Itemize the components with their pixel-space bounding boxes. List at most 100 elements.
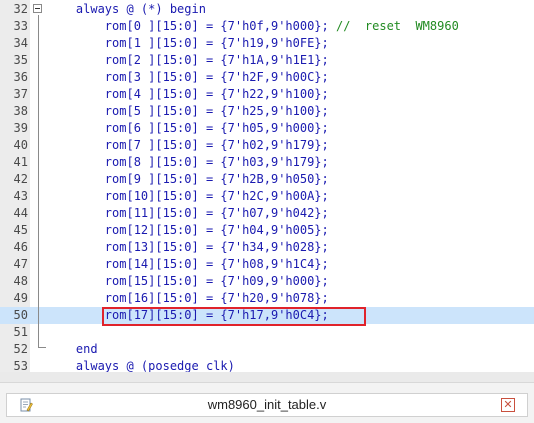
fold-toggle-icon[interactable]	[33, 4, 42, 13]
code-token: rom[10][15:0] = {7'h2C,9'h00A};	[104, 189, 329, 203]
line-number: 35	[13, 53, 28, 67]
line-number: 53	[13, 359, 28, 372]
line-number: 39	[13, 121, 28, 135]
code-text: always @ (posedge clk)	[47, 358, 235, 372]
code-keyword: always @ (posedge clk)	[75, 359, 235, 372]
code-line[interactable]: 51	[0, 324, 534, 341]
code-line[interactable]: 47 rom[14][15:0] = {7'h08,9'h1C4};	[0, 256, 534, 273]
code-keyword: end	[75, 342, 98, 356]
line-number: 40	[13, 138, 28, 152]
code-token: rom[5 ][15:0] = {7'h25,9'h100};	[104, 104, 329, 118]
line-number: 32	[13, 2, 28, 16]
code-token: rom[14][15:0] = {7'h08,9'h1C4};	[104, 257, 329, 271]
code-line-highlighted[interactable]: 50 rom[17][15:0] = {7'h17,9'h0C4};	[0, 307, 534, 324]
code-token: rom[8 ][15:0] = {7'h03,9'h179};	[104, 155, 329, 169]
line-number: 52	[13, 342, 28, 356]
code-token: rom[15][15:0] = {7'h09,9'h000};	[104, 274, 329, 288]
code-line[interactable]: 49 rom[16][15:0] = {7'h20,9'h078};	[0, 290, 534, 307]
line-number: 42	[13, 172, 28, 186]
line-number: 46	[13, 240, 28, 254]
code-text: rom[10][15:0] = {7'h2C,9'h00A};	[47, 188, 329, 205]
line-number: 38	[13, 104, 28, 118]
code-line[interactable]: 38 rom[5 ][15:0] = {7'h25,9'h100};	[0, 103, 534, 120]
fold-guide-line	[38, 15, 39, 348]
code-line[interactable]: 32 always @ (*) begin	[0, 1, 534, 18]
line-number: 36	[13, 70, 28, 84]
code-text: always @ (*) begin	[47, 1, 206, 18]
code-token: rom[16][15:0] = {7'h20,9'h078};	[104, 291, 329, 305]
horizontal-scrollbar[interactable]	[0, 372, 534, 382]
code-text: rom[16][15:0] = {7'h20,9'h078};	[47, 290, 329, 307]
code-token: rom[17][15:0] = {7'h17,9'h0C4};	[104, 308, 329, 322]
line-number: 43	[13, 189, 28, 203]
code-line[interactable]: 39 rom[6 ][15:0] = {7'h05,9'h000};	[0, 120, 534, 137]
code-line[interactable]: 44 rom[11][15:0] = {7'h07,9'h042};	[0, 205, 534, 222]
code-text: rom[1 ][15:0] = {7'h19,9'h0FE};	[47, 35, 329, 52]
line-number: 41	[13, 155, 28, 169]
code-text: rom[0 ][15:0] = {7'h0f,9'h000}; // reset…	[47, 18, 459, 35]
code-text: rom[2 ][15:0] = {7'h1A,9'h1E1};	[47, 52, 329, 69]
code-line[interactable]: 35 rom[2 ][15:0] = {7'h1A,9'h1E1};	[0, 52, 534, 69]
line-number: 49	[13, 291, 28, 305]
code-token: rom[11][15:0] = {7'h07,9'h042};	[104, 206, 329, 220]
code-line[interactable]: 42 rom[9 ][15:0] = {7'h2B,9'h050};	[0, 171, 534, 188]
code-comment: // reset WM8960	[328, 19, 459, 33]
tab-title: wm8960_init_table.v	[207, 397, 327, 412]
code-text: rom[17][15:0] = {7'h17,9'h0C4};	[47, 307, 329, 324]
code-line[interactable]: 53 always @ (posedge clk)	[0, 358, 534, 372]
code-line[interactable]: 34 rom[1 ][15:0] = {7'h19,9'h0FE};	[0, 35, 534, 52]
code-line[interactable]: 33 rom[0 ][15:0] = {7'h0f,9'h000}; // re…	[0, 18, 534, 35]
line-number: 48	[13, 274, 28, 288]
code-line[interactable]: 46 rom[13][15:0] = {7'h34,9'h028};	[0, 239, 534, 256]
line-number: 37	[13, 87, 28, 101]
line-number: 47	[13, 257, 28, 271]
code-lines: 32 always @ (*) begin 33 rom[0 ][15:0] = …	[0, 0, 534, 372]
code-text: rom[4 ][15:0] = {7'h22,9'h100};	[47, 86, 329, 103]
code-token: rom[6 ][15:0] = {7'h05,9'h000};	[104, 121, 329, 135]
code-line[interactable]: 45 rom[12][15:0] = {7'h04,9'h005};	[0, 222, 534, 239]
code-editor[interactable]: 32 always @ (*) begin 33 rom[0 ][15:0] = …	[0, 0, 534, 372]
code-line[interactable]: 48 rom[15][15:0] = {7'h09,9'h000};	[0, 273, 534, 290]
line-number: 45	[13, 223, 28, 237]
code-text: rom[14][15:0] = {7'h08,9'h1C4};	[47, 256, 329, 273]
code-token: rom[12][15:0] = {7'h04,9'h005};	[104, 223, 329, 237]
code-line[interactable]: 37 rom[4 ][15:0] = {7'h22,9'h100};	[0, 86, 534, 103]
code-line[interactable]: 41 rom[8 ][15:0] = {7'h03,9'h179};	[0, 154, 534, 171]
code-text: rom[12][15:0] = {7'h04,9'h005};	[47, 222, 329, 239]
code-keyword: always @ (*) begin	[75, 2, 206, 16]
code-line[interactable]: 36 rom[3 ][15:0] = {7'h2F,9'h00C};	[0, 69, 534, 86]
code-token: rom[4 ][15:0] = {7'h22,9'h100};	[104, 87, 329, 101]
code-text: rom[8 ][15:0] = {7'h03,9'h179};	[47, 154, 329, 171]
code-text: rom[3 ][15:0] = {7'h2F,9'h00C};	[47, 69, 329, 86]
tab-file[interactable]: wm8960_init_table.v ✕	[6, 393, 528, 417]
code-line[interactable]: 43 rom[10][15:0] = {7'h2C,9'h00A};	[0, 188, 534, 205]
close-icon[interactable]: ✕	[501, 398, 515, 412]
code-text: rom[11][15:0] = {7'h07,9'h042};	[47, 205, 329, 222]
code-text: rom[13][15:0] = {7'h34,9'h028};	[47, 239, 329, 256]
code-text: end	[47, 341, 98, 358]
code-line[interactable]: 40 rom[7 ][15:0] = {7'h02,9'h179};	[0, 137, 534, 154]
line-number: 33	[13, 19, 28, 33]
line-number: 51	[13, 325, 28, 339]
fold-guide-end	[38, 347, 46, 348]
code-text: rom[6 ][15:0] = {7'h05,9'h000};	[47, 120, 329, 137]
code-line[interactable]: 52 end	[0, 341, 534, 358]
